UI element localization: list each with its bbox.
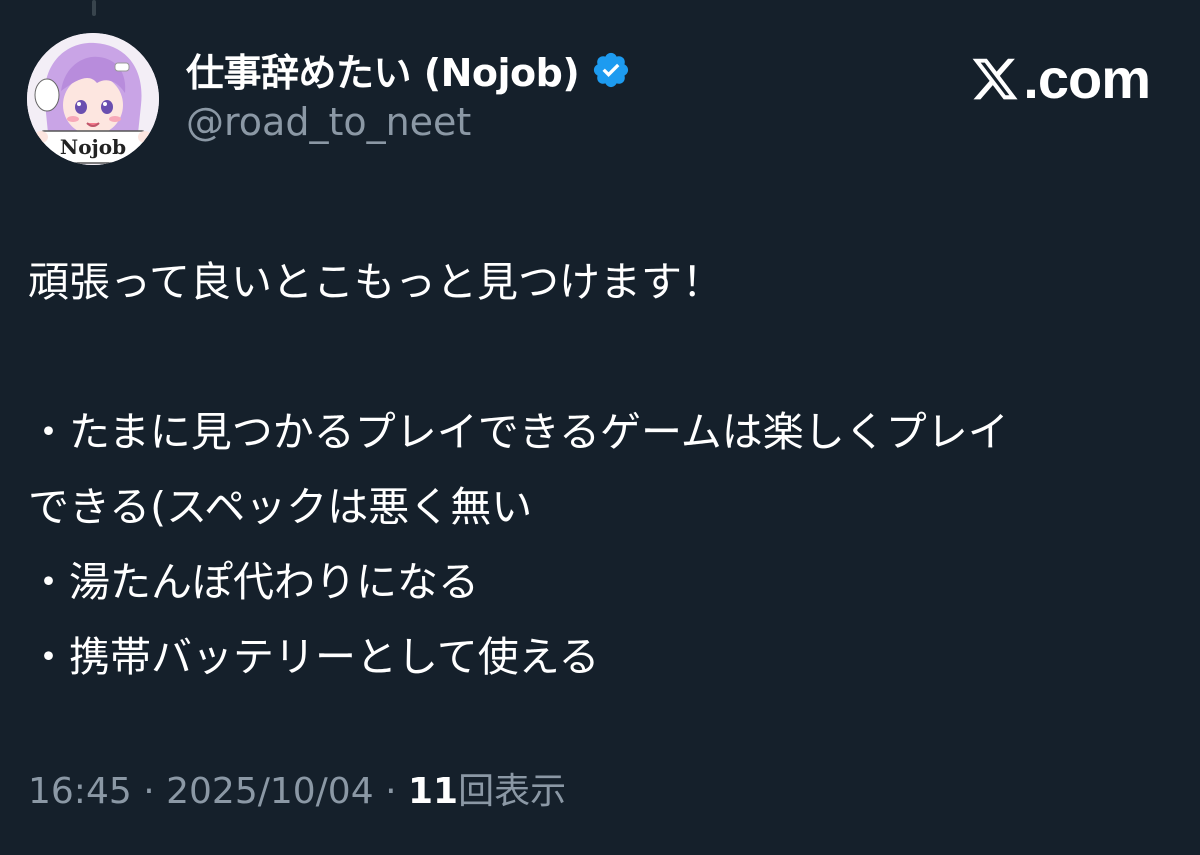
meta-separator: · [143, 771, 155, 812]
avatar-sign-text: Nojob [60, 135, 126, 159]
tweet-line: ・たまに見つかるプレイできるゲームは楽しくプレイ [28, 408, 1009, 456]
author-name-row: 仕事辞めたい (Nojob) [186, 42, 631, 97]
tweet-date[interactable]: 2025/10/04 [166, 771, 374, 812]
site-logo-text: .com [1023, 47, 1151, 110]
avatar-illustration: Nojob [27, 33, 159, 165]
tweet-line: できる(スペックは悪く無い [28, 483, 533, 531]
thread-connector-line [92, 0, 96, 16]
tweet-text: 頑張って良いとこもっと見つけます！ ・たまに見つかるプレイできるゲームは楽しくプ… [28, 245, 1178, 695]
author-avatar[interactable]: Nojob [27, 33, 159, 165]
x-logo-icon [972, 58, 1018, 99]
tweet-line: 頑張って良いとこもっと見つけます！ [28, 258, 723, 306]
views-label: 回表示 [458, 771, 567, 812]
tweet-time[interactable]: 16:45 [28, 771, 132, 812]
author-display-name[interactable]: 仕事辞めたい (Nojob) [186, 42, 580, 97]
meta-separator: · [385, 771, 397, 812]
author-handle[interactable]: @road_to_neet [186, 100, 471, 144]
tweet-line: ・携帯バッテリーとして使える [28, 633, 600, 681]
tweet-line: ・湯たんぽ代わりになる [28, 558, 479, 606]
views-count[interactable]: 11 [408, 771, 458, 812]
verified-badge-icon [591, 50, 631, 90]
x-site-logo: .com [969, 46, 1151, 111]
tweet-meta: 16:45 · 2025/10/04 · 11回表示 [28, 762, 566, 814]
